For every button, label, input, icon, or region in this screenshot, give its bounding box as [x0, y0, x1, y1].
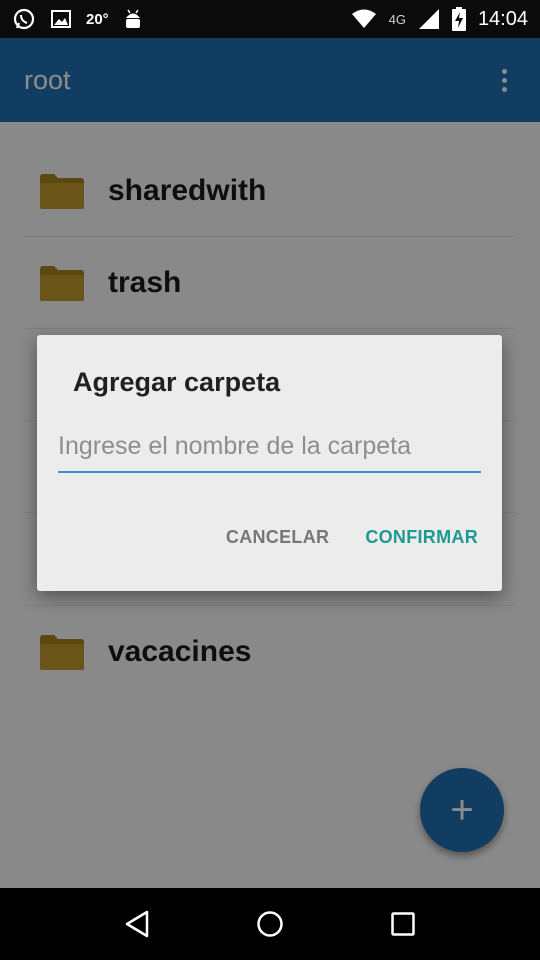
signal-icon: [418, 9, 439, 29]
wifi-icon: [351, 9, 376, 28]
status-bar: 20° 4G 14:04: [0, 0, 540, 38]
android-icon: [125, 9, 140, 28]
confirm-button[interactable]: CONFIRMAR: [365, 527, 478, 548]
whatsapp-icon: [13, 8, 35, 30]
recents-icon[interactable]: [383, 904, 423, 944]
network-type-text: 4G: [388, 11, 406, 27]
dialog-title: Agregar carpeta: [73, 367, 281, 397]
status-bar-notifications: 20°: [12, 7, 143, 31]
status-bar-system: 4G 14:04: [351, 7, 528, 31]
dialog-actions: CANCELAR CONFIRMAR: [226, 527, 478, 548]
temperature-text: 20°: [86, 10, 109, 28]
navigation-bar: [0, 888, 540, 960]
home-icon[interactable]: [250, 904, 290, 944]
cancel-button[interactable]: CANCELAR: [226, 527, 329, 548]
battery-charging-icon: [451, 7, 466, 31]
image-icon: [51, 10, 71, 28]
clock-text: 14:04: [477, 7, 528, 30]
add-folder-dialog: Agregar carpeta CANCELAR CONFIRMAR: [37, 335, 502, 591]
back-icon[interactable]: [117, 904, 157, 944]
folder-name-input[interactable]: [58, 421, 481, 473]
